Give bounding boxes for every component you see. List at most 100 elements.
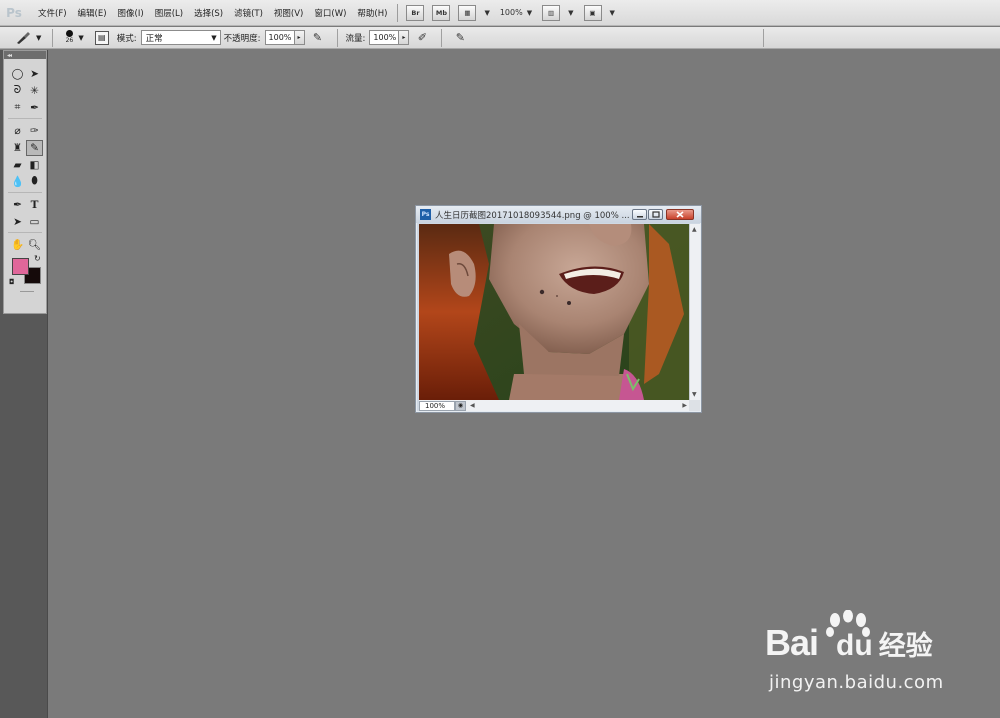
- options-separator: [52, 28, 54, 47]
- brand-suffix-text: 经验: [878, 631, 933, 662]
- menu-file[interactable]: 文件(F): [38, 7, 67, 19]
- opacity-input[interactable]: 100%: [264, 30, 295, 45]
- close-button[interactable]: [666, 209, 694, 220]
- menu-bar: Ps 文件(F) 编辑(E) 图像(I) 图层(L) 选择(S) 滤镜(T) 视…: [0, 0, 1000, 26]
- flow-slider-toggle[interactable]: ▸: [399, 30, 410, 45]
- arrange-dropdown-icon[interactable]: ▼: [568, 9, 573, 17]
- mode-value: 正常: [145, 33, 163, 44]
- zoom-icon[interactable]: 🔍︎: [26, 237, 43, 253]
- tools-panel: ◂◂ ◯ ➤ ᘐ ✳ ⌗ ✒ ⌀ ✑ ♜ ✎ ▰ ◧ 💧 ⬮ ✒ T ➤ ▭ ✋…: [3, 50, 47, 314]
- tool-preset-picker[interactable]: [12, 29, 34, 47]
- scroll-left-icon[interactable]: ◀: [470, 402, 475, 409]
- history-brush-icon[interactable]: ✎: [26, 139, 43, 156]
- crop-icon[interactable]: ⌗: [9, 100, 26, 116]
- image-canvas[interactable]: [419, 224, 689, 400]
- app-logo: Ps: [6, 5, 22, 20]
- minimize-button[interactable]: [632, 209, 647, 220]
- swap-colors-icon[interactable]: ↻: [34, 254, 41, 263]
- menu-select[interactable]: 选择(S): [194, 7, 223, 19]
- flow-input[interactable]: 100%: [369, 30, 400, 45]
- blur-icon[interactable]: 💧: [9, 174, 26, 190]
- marquee-icon[interactable]: ◯: [9, 66, 26, 82]
- arrange-documents-icon[interactable]: ▥: [542, 4, 561, 21]
- ps-document-icon: Ps: [420, 209, 431, 220]
- scroll-up-icon[interactable]: ▲: [692, 226, 697, 233]
- clone-stamp-icon[interactable]: ♜: [9, 140, 26, 156]
- menu-edit[interactable]: 编辑(E): [78, 7, 107, 19]
- brush-panel-toggle-icon[interactable]: ▤: [94, 30, 109, 45]
- type-icon[interactable]: T: [26, 197, 43, 213]
- opacity-label: 不透明度:: [223, 33, 261, 44]
- minimize-icon: [636, 215, 643, 217]
- quick-mask-icon[interactable]: [20, 291, 34, 292]
- resize-grip-icon[interactable]: [689, 400, 700, 411]
- brush-icon[interactable]: ✑: [26, 123, 43, 139]
- extras-dropdown-icon[interactable]: ▼: [484, 9, 489, 17]
- collapse-panel-icon[interactable]: ◂◂: [4, 51, 46, 59]
- brand-text: Bai: [765, 622, 819, 663]
- foreground-color-swatch[interactable]: [12, 258, 29, 275]
- menu-separator: [397, 3, 399, 22]
- mode-select[interactable]: 正常 ▼: [140, 30, 221, 45]
- default-colors-icon[interactable]: ◘: [9, 278, 15, 286]
- menu-image[interactable]: 图像(I): [118, 7, 144, 19]
- menu-view[interactable]: 视图(V): [274, 7, 303, 19]
- document-status-bar: 100% ◉ ◀ ▶: [419, 400, 689, 411]
- vertical-scrollbar[interactable]: ▲ ▼: [689, 224, 700, 400]
- document-window: Ps 人生日历截图20171018093544.png @ 100% ... ▲…: [415, 205, 702, 413]
- brush-size: 26: [65, 37, 74, 44]
- move-icon[interactable]: ➤: [26, 66, 43, 82]
- menu-filter[interactable]: 滤镜(T): [234, 7, 263, 19]
- options-bar: ▼ 26 ▼ ▤ 模式: 正常 ▼ 不透明度: 100% ▸ ✎ 流量: 100…: [0, 27, 1000, 49]
- menu-layer[interactable]: 图层(L): [155, 7, 183, 19]
- extras-icon[interactable]: ▦: [458, 4, 477, 21]
- mode-label: 模式:: [116, 33, 137, 44]
- zoom-level[interactable]: 100%: [500, 8, 523, 17]
- gradient-icon[interactable]: ◧: [26, 157, 43, 173]
- zoom-dropdown-icon[interactable]: ▼: [527, 9, 532, 17]
- hand-icon[interactable]: ✋: [9, 237, 26, 253]
- brush-dropdown-icon[interactable]: ▼: [78, 34, 83, 42]
- magic-wand-icon[interactable]: ✳: [26, 83, 43, 99]
- opacity-pressure-icon[interactable]: ✎: [310, 30, 326, 46]
- options-separator: [441, 28, 443, 47]
- options-separator: [336, 28, 338, 47]
- path-selection-icon[interactable]: ➤: [9, 214, 26, 230]
- baidu-jingyan-watermark: Bai du 经验 jingyan.baidu.com: [765, 610, 995, 710]
- zoom-input[interactable]: 100%: [419, 400, 455, 411]
- portrait-photo: [419, 224, 689, 400]
- watermark-url: jingyan.baidu.com: [769, 672, 944, 693]
- chevron-down-icon: ▼: [211, 33, 217, 42]
- eyedropper-icon[interactable]: ✒: [26, 100, 43, 116]
- status-info-icon[interactable]: ◉: [455, 400, 466, 411]
- dodge-icon[interactable]: ⬮: [26, 174, 43, 190]
- bridge-button[interactable]: Br: [406, 4, 425, 21]
- history-brush-icon: [17, 31, 30, 44]
- lasso-icon[interactable]: ᘐ: [9, 83, 26, 99]
- size-pressure-icon[interactable]: ✎: [452, 30, 468, 46]
- close-icon: [676, 211, 684, 218]
- paw-icon: [826, 610, 870, 637]
- screen-mode-icon[interactable]: ▣: [583, 4, 602, 21]
- scroll-right-icon[interactable]: ▶: [682, 402, 687, 409]
- maximize-button[interactable]: [648, 209, 663, 220]
- mini-bridge-button[interactable]: Mb: [432, 4, 451, 21]
- opacity-slider-toggle[interactable]: ▸: [294, 30, 305, 45]
- flow-label: 流量:: [345, 33, 366, 44]
- brush-preset-picker[interactable]: 26: [62, 30, 76, 45]
- document-titlebar[interactable]: Ps 人生日历截图20171018093544.png @ 100% ...: [416, 206, 701, 223]
- healing-brush-icon[interactable]: ⌀: [9, 123, 26, 139]
- screen-mode-dropdown-icon[interactable]: ▼: [610, 9, 615, 17]
- menu-help[interactable]: 帮助(H): [357, 7, 387, 19]
- airbrush-icon[interactable]: ✐: [414, 30, 430, 46]
- maximize-icon: [651, 211, 660, 218]
- document-title: 人生日历截图20171018093544.png @ 100% ...: [435, 210, 630, 221]
- brush-tip-icon: [65, 30, 73, 37]
- shape-icon[interactable]: ▭: [26, 214, 43, 230]
- pen-icon[interactable]: ✒: [9, 197, 26, 213]
- tool-preset-dropdown-icon[interactable]: ▼: [36, 34, 41, 42]
- options-separator: [763, 29, 764, 47]
- eraser-icon[interactable]: ▰: [9, 157, 26, 173]
- menu-window[interactable]: 窗口(W): [314, 7, 346, 19]
- scroll-down-icon[interactable]: ▼: [692, 391, 697, 398]
